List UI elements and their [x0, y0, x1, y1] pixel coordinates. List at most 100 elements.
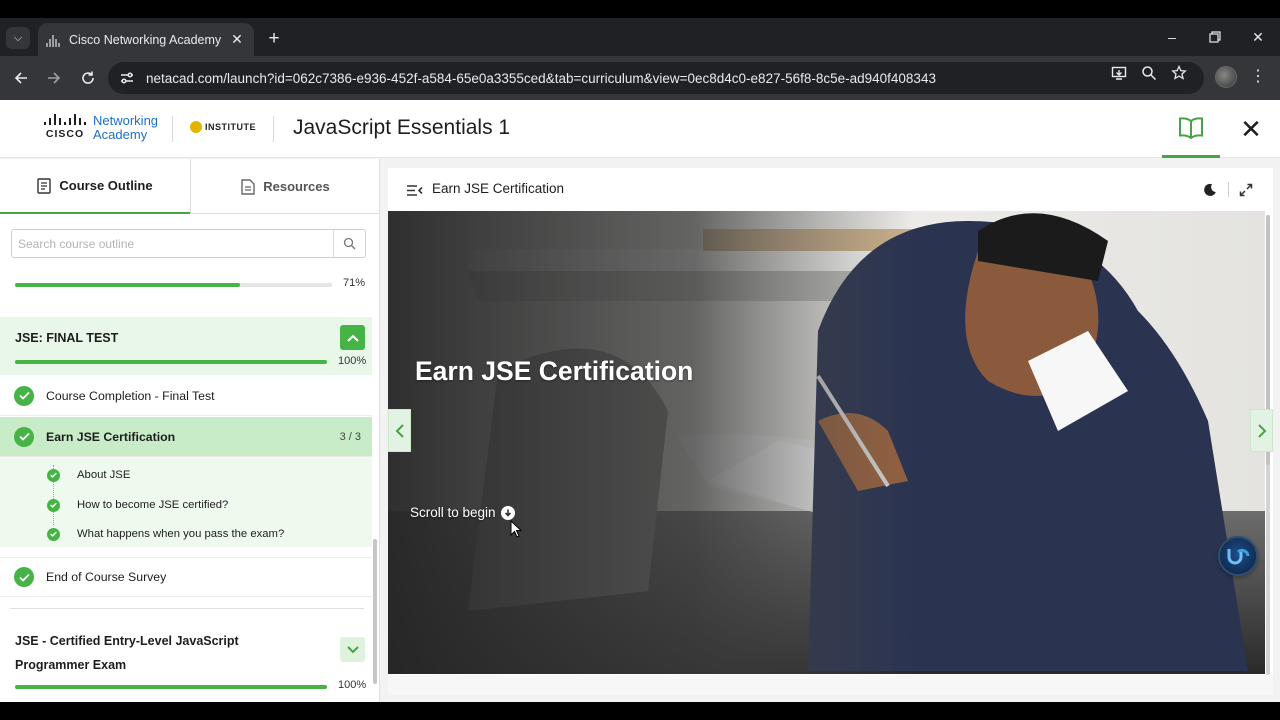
- close-icon: ✕: [1240, 113, 1262, 144]
- restore-button[interactable]: [1193, 18, 1237, 56]
- close-window-button[interactable]: ✕: [1236, 18, 1280, 56]
- reload-icon: [82, 71, 94, 84]
- progress-fill: [15, 685, 327, 689]
- cisco-favicon-icon: [46, 33, 60, 47]
- chevron-up-icon: [346, 334, 359, 342]
- item-page-count: 3 / 3: [339, 430, 361, 443]
- cisco-logo[interactable]: CISCO: [40, 114, 90, 142]
- browser-toolbar: netacad.com/launch?id=062c7386-e936-452f…: [0, 56, 1280, 100]
- collapse-section-button[interactable]: [340, 325, 365, 350]
- sidebar-scrollbar[interactable]: [373, 539, 377, 684]
- mouse-cursor-icon: [510, 520, 522, 538]
- expand-icon: [1239, 183, 1253, 197]
- search-button[interactable]: [333, 230, 365, 257]
- next-page-button[interactable]: [1250, 409, 1273, 452]
- logo-word: CISCO: [45, 128, 85, 140]
- subitem-label: About JSE: [77, 469, 131, 481]
- checkmark-icon: [47, 527, 60, 541]
- arrow-right-icon: [48, 72, 61, 84]
- search-box: [11, 229, 366, 258]
- content-toolbar: Earn JSE Certification: [388, 168, 1273, 211]
- address-bar[interactable]: netacad.com/launch?id=062c7386-e936-452f…: [108, 62, 1204, 94]
- course-title: JavaScript Essentials 1: [293, 116, 511, 139]
- openedg-institute-logo: INSTITUTE: [190, 121, 256, 133]
- screen-top-border: [0, 0, 1280, 18]
- zoom-icon[interactable]: [1140, 64, 1158, 82]
- section-title: JSE: FINAL TEST: [15, 331, 119, 345]
- subitem[interactable]: What happens when you pass the exam?: [0, 519, 372, 549]
- expand-section-button[interactable]: [340, 637, 365, 662]
- progress-fill: [15, 360, 327, 364]
- tab-course-outline[interactable]: Course Outline: [0, 159, 190, 214]
- tab-close-icon[interactable]: ✕: [228, 31, 246, 49]
- section-title[interactable]: JSE - Certified Entry-Level JavaScript P…: [15, 629, 295, 677]
- hero-photo: [388, 211, 1265, 674]
- course-book-button[interactable]: [1162, 100, 1220, 158]
- subitem[interactable]: About JSE: [0, 460, 372, 490]
- tab-label: Course Outline: [59, 178, 153, 193]
- section-progress-bar: [15, 685, 327, 689]
- arrow-down-circle-icon: [500, 505, 515, 520]
- outline-item-label: End of Course Survey: [46, 570, 167, 584]
- menu-collapse-icon: [406, 184, 423, 196]
- checkmark-icon: [14, 426, 34, 447]
- toggle-outline-button[interactable]: [404, 180, 424, 200]
- new-tab-button[interactable]: +: [262, 28, 286, 52]
- networking-academy-logo-text: Networking Academy: [93, 113, 159, 142]
- section-final-test[interactable]: JSE: FINAL TEST 100%: [0, 317, 372, 375]
- subitem[interactable]: How to become JSE certified?: [0, 490, 372, 520]
- moon-icon: [1204, 183, 1216, 196]
- checkmark-icon: [14, 385, 34, 406]
- search-input[interactable]: [18, 235, 328, 253]
- outline-item[interactable]: End of Course Survey: [0, 557, 372, 597]
- content-panel: Earn JSE Certification Earn JSE Certific…: [388, 168, 1273, 695]
- header-divider: [273, 116, 274, 142]
- minimize-button[interactable]: –: [1150, 18, 1194, 56]
- browser-tabstrip: ⌵ Cisco Networking Academy ✕ +: [0, 18, 1280, 56]
- tab-search-button[interactable]: ⌵: [6, 27, 30, 49]
- fullscreen-button[interactable]: [1236, 180, 1256, 200]
- scroll-hint-label: Scroll to begin: [410, 505, 496, 520]
- search-icon: [343, 237, 356, 250]
- outline-item-label: Earn JSE Certification: [46, 429, 176, 444]
- app-header: CISCO Networking Academy INSTITUTE JavaS…: [0, 100, 1280, 158]
- plus-icon: +: [268, 28, 280, 49]
- chevron-down-icon: ⌵: [13, 31, 23, 44]
- header-divider: [172, 116, 173, 142]
- page-icon: [241, 178, 255, 195]
- bookmark-star-icon[interactable]: [1170, 64, 1188, 82]
- assistant-chat-button[interactable]: [1218, 536, 1258, 576]
- dark-mode-toggle[interactable]: [1200, 180, 1220, 200]
- outline-item-active[interactable]: Earn JSE Certification 3 / 3: [0, 417, 372, 457]
- install-app-icon[interactable]: [1110, 64, 1128, 82]
- tab-label: Resources: [263, 179, 330, 194]
- sidebar-tabs: Course Outline Resources: [0, 159, 379, 214]
- reload-button[interactable]: [76, 66, 100, 90]
- section-progress-label: 100%: [338, 679, 367, 691]
- previous-page-button[interactable]: [388, 409, 411, 452]
- arrow-left-icon: [14, 72, 27, 84]
- open-book-icon: [1179, 116, 1203, 139]
- browser-tab[interactable]: Cisco Networking Academy ✕: [38, 23, 254, 56]
- back-button[interactable]: [9, 66, 33, 90]
- subitem-label: How to become JSE certified?: [77, 499, 229, 511]
- profile-avatar[interactable]: [1215, 66, 1237, 88]
- section-divider: [10, 608, 364, 609]
- browser-menu-icon[interactable]: ⋮: [1250, 66, 1266, 88]
- content-title: Earn JSE Certification: [432, 181, 565, 196]
- course-sidebar: Course Outline Resources 71% JSE: FINAL …: [0, 159, 380, 702]
- institute-badge-icon: [190, 121, 202, 133]
- progress-fill: [15, 283, 241, 287]
- restore-icon: [1209, 31, 1221, 43]
- close-course-button[interactable]: ✕: [1222, 100, 1280, 158]
- scroll-to-begin[interactable]: Scroll to begin: [410, 505, 515, 520]
- checkmark-icon: [47, 498, 60, 512]
- outline-item[interactable]: Course Completion - Final Test: [0, 376, 372, 416]
- content-footer: [388, 675, 1273, 695]
- tab-resources[interactable]: Resources: [190, 159, 379, 214]
- site-info-icon[interactable]: [114, 65, 140, 91]
- toolbar-divider: [1228, 182, 1229, 197]
- forward-button[interactable]: [42, 66, 66, 90]
- subitem-list: About JSE How to become JSE certified? W…: [0, 457, 372, 547]
- screen-bottom-border: [0, 702, 1280, 720]
